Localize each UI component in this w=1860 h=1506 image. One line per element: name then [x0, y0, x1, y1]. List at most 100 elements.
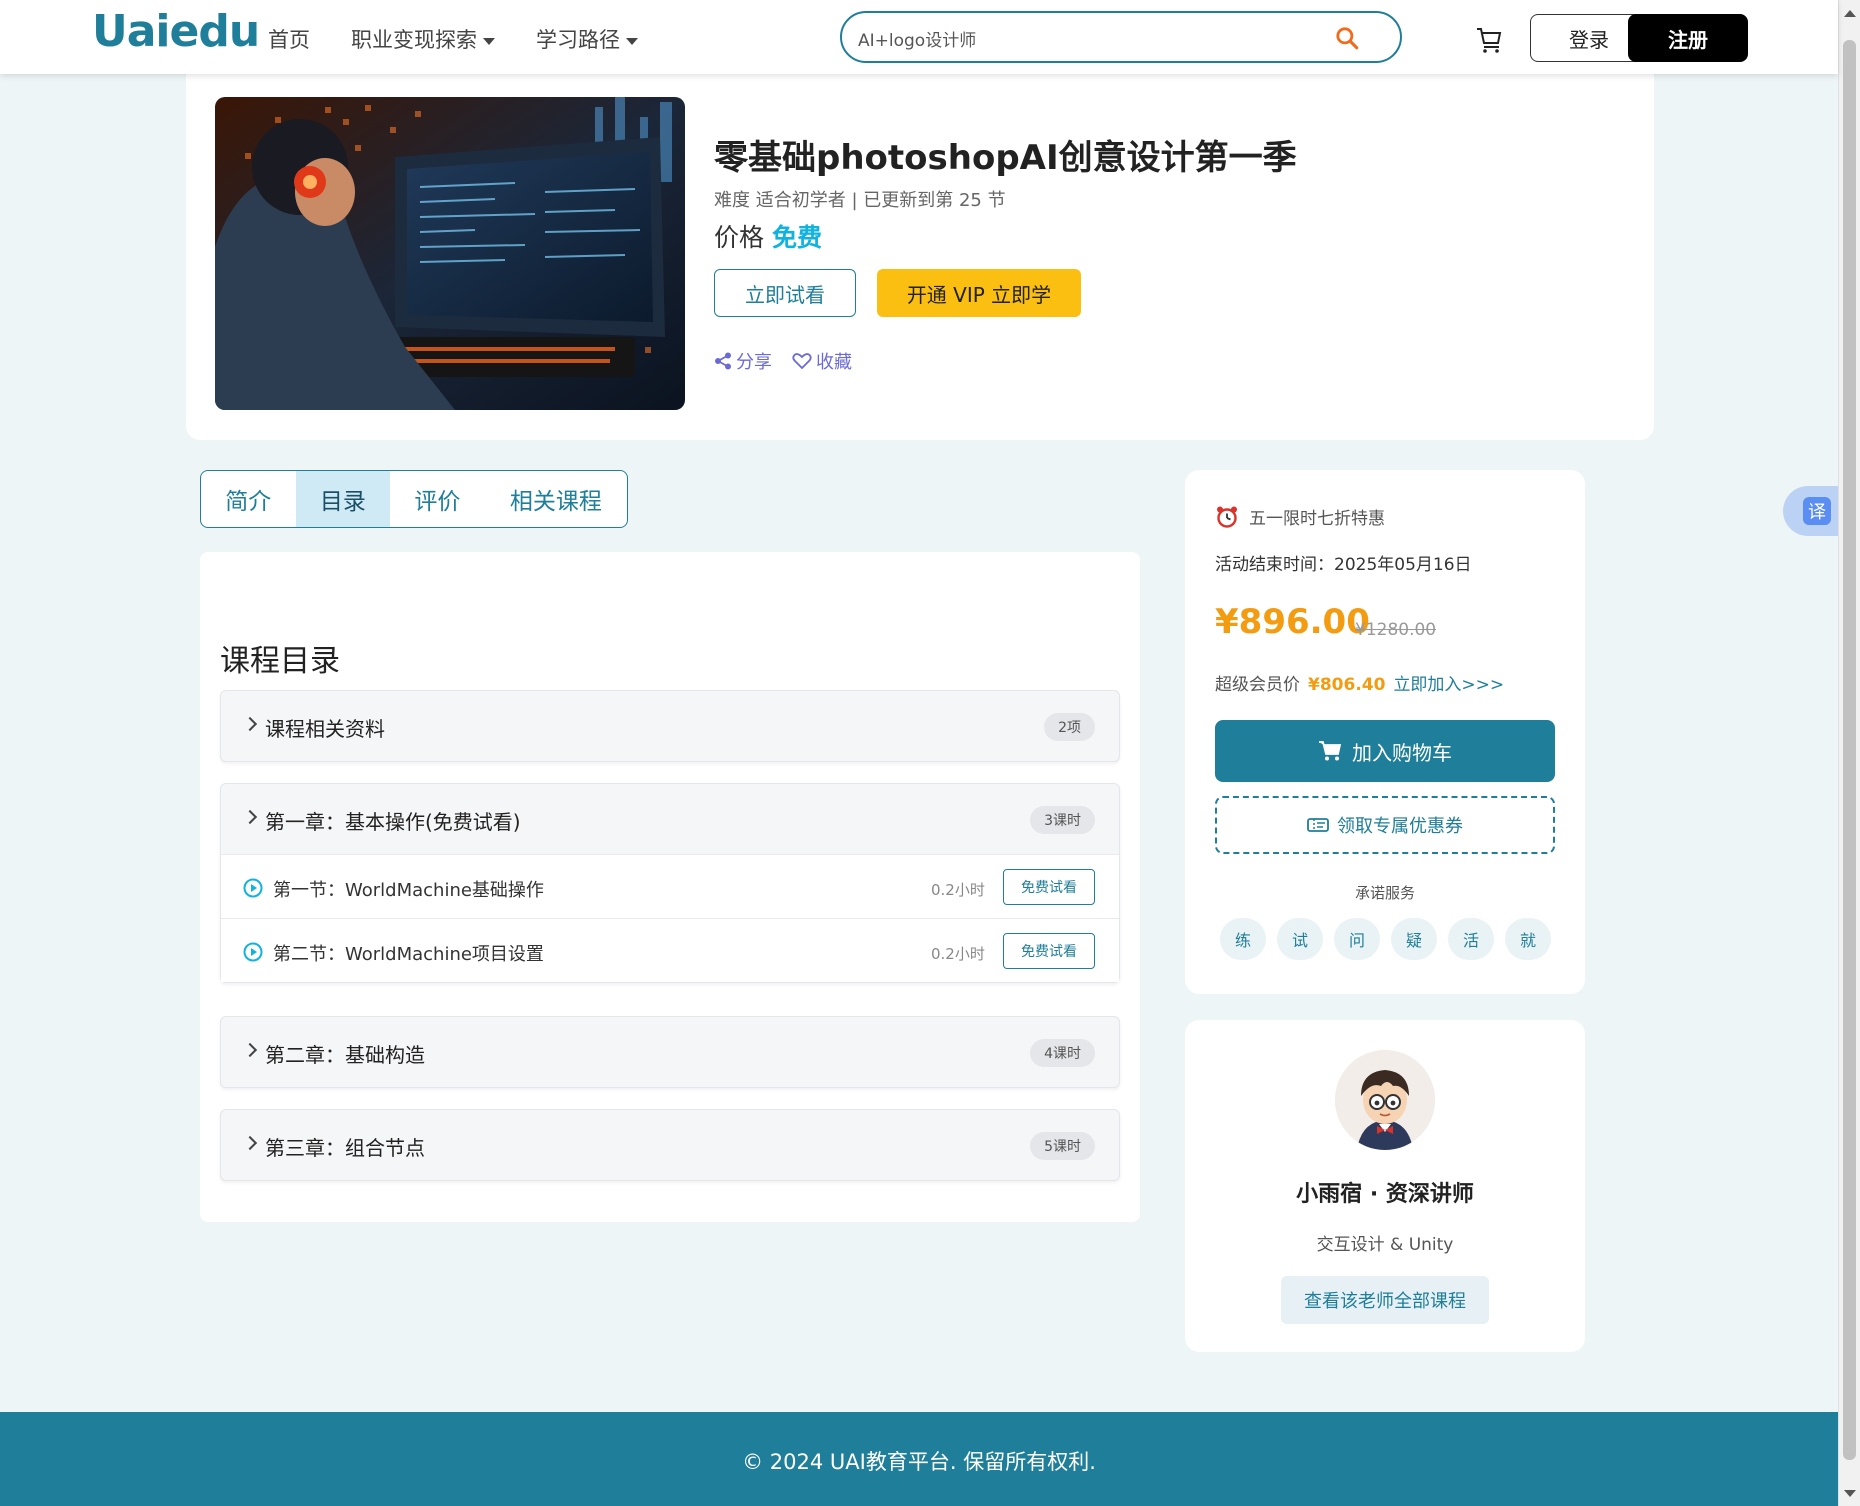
tab-reviews[interactable]: 评价 — [390, 471, 485, 527]
lesson-title: 第二节：WorldMachine项目设置 — [273, 944, 544, 965]
chapter-count-badge: 2项 — [1044, 713, 1095, 741]
chapter-header[interactable]: 第三章：组合节点 5课时 — [221, 1110, 1119, 1180]
service-chip: 问 — [1334, 918, 1380, 960]
chevron-right-icon — [242, 1042, 258, 1058]
top-header: Uaiedu 首页 职业变现探索 学习路径 登录 注册 — [0, 0, 1838, 74]
caret-down-icon — [483, 37, 495, 45]
service-label: 承诺服务 — [1354, 884, 1415, 902]
chapter-count-badge: 3课时 — [1030, 806, 1095, 834]
chapter-title: 第一章：基本操作(免费试看) — [265, 810, 521, 834]
scrollbar-thumb[interactable] — [1843, 40, 1856, 1460]
chapter-title: 第三章：组合节点 — [265, 1136, 425, 1160]
add-to-cart-label: 加入购物车 — [1352, 740, 1452, 765]
chapter-header[interactable]: 第二章：基础构造 4课时 — [221, 1017, 1119, 1087]
tab-related[interactable]: 相关课程 — [485, 471, 627, 527]
favorite-label: 收藏 — [816, 352, 852, 373]
chapter-header[interactable]: 课程相关资料 2项 — [221, 691, 1119, 761]
tab-catalog[interactable]: 目录 — [295, 471, 391, 527]
share-label: 分享 — [736, 352, 772, 373]
vip-label: 超级会员价 — [1215, 675, 1300, 695]
ticket-icon — [1307, 818, 1329, 832]
price-label: 价格 — [714, 223, 765, 252]
chapter-three: 第三章：组合节点 5课时 — [220, 1109, 1120, 1181]
chevron-right-icon — [242, 809, 258, 825]
register-button[interactable]: 注册 — [1628, 14, 1748, 62]
share-link[interactable]: 分享 — [714, 348, 772, 374]
play-circle-icon — [243, 878, 263, 898]
chapter-two: 第二章：基础构造 4课时 — [220, 1016, 1120, 1088]
teacher-courses-button[interactable]: 查看该老师全部课程 — [1281, 1276, 1489, 1324]
chapter-materials: 课程相关资料 2项 — [220, 690, 1120, 762]
lesson-row[interactable]: 第一节：WorldMachine基础操作 0.2小时 免费试看 — [221, 854, 1119, 918]
vip-price-line: 超级会员价 ¥806.40 立即加入>>> — [1215, 670, 1504, 695]
search-box — [840, 11, 1402, 63]
service-chip: 试 — [1277, 918, 1323, 960]
vip-button[interactable]: 开通 VIP 立即学 — [877, 269, 1081, 317]
cart-icon[interactable] — [1474, 24, 1504, 54]
promo-headline: 五一限时七折特惠 — [1215, 504, 1385, 529]
vip-join-link[interactable]: 立即加入>>> — [1393, 675, 1504, 695]
teacher-avatar — [1335, 1050, 1435, 1150]
teacher-card: 小雨宿 · 资深讲师 交互设计 & Unity 查看该老师全部课程 — [1185, 1020, 1585, 1352]
cart-icon — [1319, 741, 1342, 761]
lesson-duration: 0.2小时 — [931, 881, 985, 899]
alarm-clock-icon — [1217, 506, 1237, 528]
service-chip: 就 — [1505, 918, 1551, 960]
teacher-name: 小雨宿 · 资深讲师 — [1296, 1182, 1474, 1207]
nav-path-label: 学习路径 — [536, 28, 620, 52]
free-preview-button[interactable]: 免费试看 — [1003, 869, 1095, 905]
nav-home[interactable]: 首页 — [268, 24, 310, 54]
chapter-count-badge: 4课时 — [1030, 1039, 1095, 1067]
lesson-row[interactable]: 第二节：WorldMachine项目设置 0.2小时 免费试看 — [221, 918, 1119, 982]
free-preview-button[interactable]: 免费试看 — [1003, 933, 1095, 969]
nav-path-dropdown[interactable]: 学习路径 — [536, 24, 638, 54]
search-input[interactable] — [856, 23, 1326, 53]
lesson-title: 第一节：WorldMachine基础操作 — [273, 880, 544, 901]
chapter-title: 课程相关资料 — [265, 717, 385, 741]
teacher-field: 交互设计 & Unity — [1316, 1235, 1454, 1255]
get-coupon-label: 领取专属优惠券 — [1337, 816, 1463, 837]
chapter-one: 第一章：基本操作(免费试看) 3课时 第一节：WorldMachine基础操作 … — [220, 783, 1120, 983]
translate-icon: 译 — [1803, 497, 1831, 525]
translate-float-button[interactable]: 译 — [1783, 486, 1843, 536]
original-price: ¥1280.00 — [1355, 620, 1437, 640]
course-cover-image — [215, 97, 685, 410]
vip-price: ¥806.40 — [1308, 675, 1386, 695]
course-meta: 难度 适合初学者 | 已更新到第 25 节 — [714, 190, 1006, 211]
tab-intro[interactable]: 简介 — [201, 471, 296, 527]
scroll-up-arrow-icon[interactable] — [1844, 10, 1856, 17]
price-line: 价格 免费 — [714, 218, 822, 254]
page-footer: © 2024 UAI教育平台. 保留所有权利. — [0, 1412, 1838, 1506]
favorite-link[interactable]: 收藏 — [792, 348, 852, 374]
catalog-title: 课程目录 — [220, 644, 340, 679]
nav-career-label: 职业变现探索 — [351, 28, 477, 52]
service-chip: 练 — [1220, 918, 1266, 960]
course-tabs: 简介 目录 评价 相关课程 — [200, 470, 628, 528]
service-chip: 疑 — [1391, 918, 1437, 960]
chapter-title: 第二章：基础构造 — [265, 1043, 425, 1067]
add-to-cart-button[interactable]: 加入购物车 — [1215, 720, 1555, 782]
caret-down-icon — [626, 37, 638, 45]
trial-button[interactable]: 立即试看 — [714, 269, 856, 317]
search-icon[interactable] — [1334, 25, 1360, 51]
play-circle-icon — [243, 942, 263, 962]
promo-card: 五一限时七折特惠 活动结束时间：2025年05月16日 ¥896.00 ¥128… — [1185, 470, 1585, 994]
page-scrollbar[interactable] — [1838, 0, 1860, 1506]
share-icon — [715, 352, 731, 370]
service-chips: 练 试 问 疑 活 就 — [1220, 918, 1551, 960]
chevron-right-icon — [242, 1135, 258, 1151]
scroll-down-arrow-icon[interactable] — [1844, 1490, 1856, 1497]
price-value: 免费 — [772, 223, 823, 252]
nav-career-dropdown[interactable]: 职业变现探索 — [351, 24, 495, 54]
site-logo[interactable]: Uaiedu — [92, 6, 260, 57]
promo-price: ¥896.00 — [1215, 602, 1370, 642]
course-title: 零基础photoshopAI创意设计第一季 — [714, 138, 1297, 178]
chapter-header[interactable]: 第一章：基本操作(免费试看) 3课时 — [221, 784, 1119, 854]
promo-end-time: 活动结束时间：2025年05月16日 — [1215, 555, 1472, 575]
course-hero: 零基础photoshopAI创意设计第一季 难度 适合初学者 | 已更新到第 2… — [186, 74, 1654, 440]
course-catalog: 课程目录 课程相关资料 2项 第一章：基本操作(免费试看) 3课时 第一节：Wo… — [200, 552, 1140, 1222]
heart-icon — [792, 353, 812, 370]
get-coupon-button[interactable]: 领取专属优惠券 — [1215, 796, 1555, 854]
footer-copyright: © 2024 UAI教育平台. 保留所有权利. — [742, 1450, 1096, 1474]
chapter-count-badge: 5课时 — [1030, 1132, 1095, 1160]
